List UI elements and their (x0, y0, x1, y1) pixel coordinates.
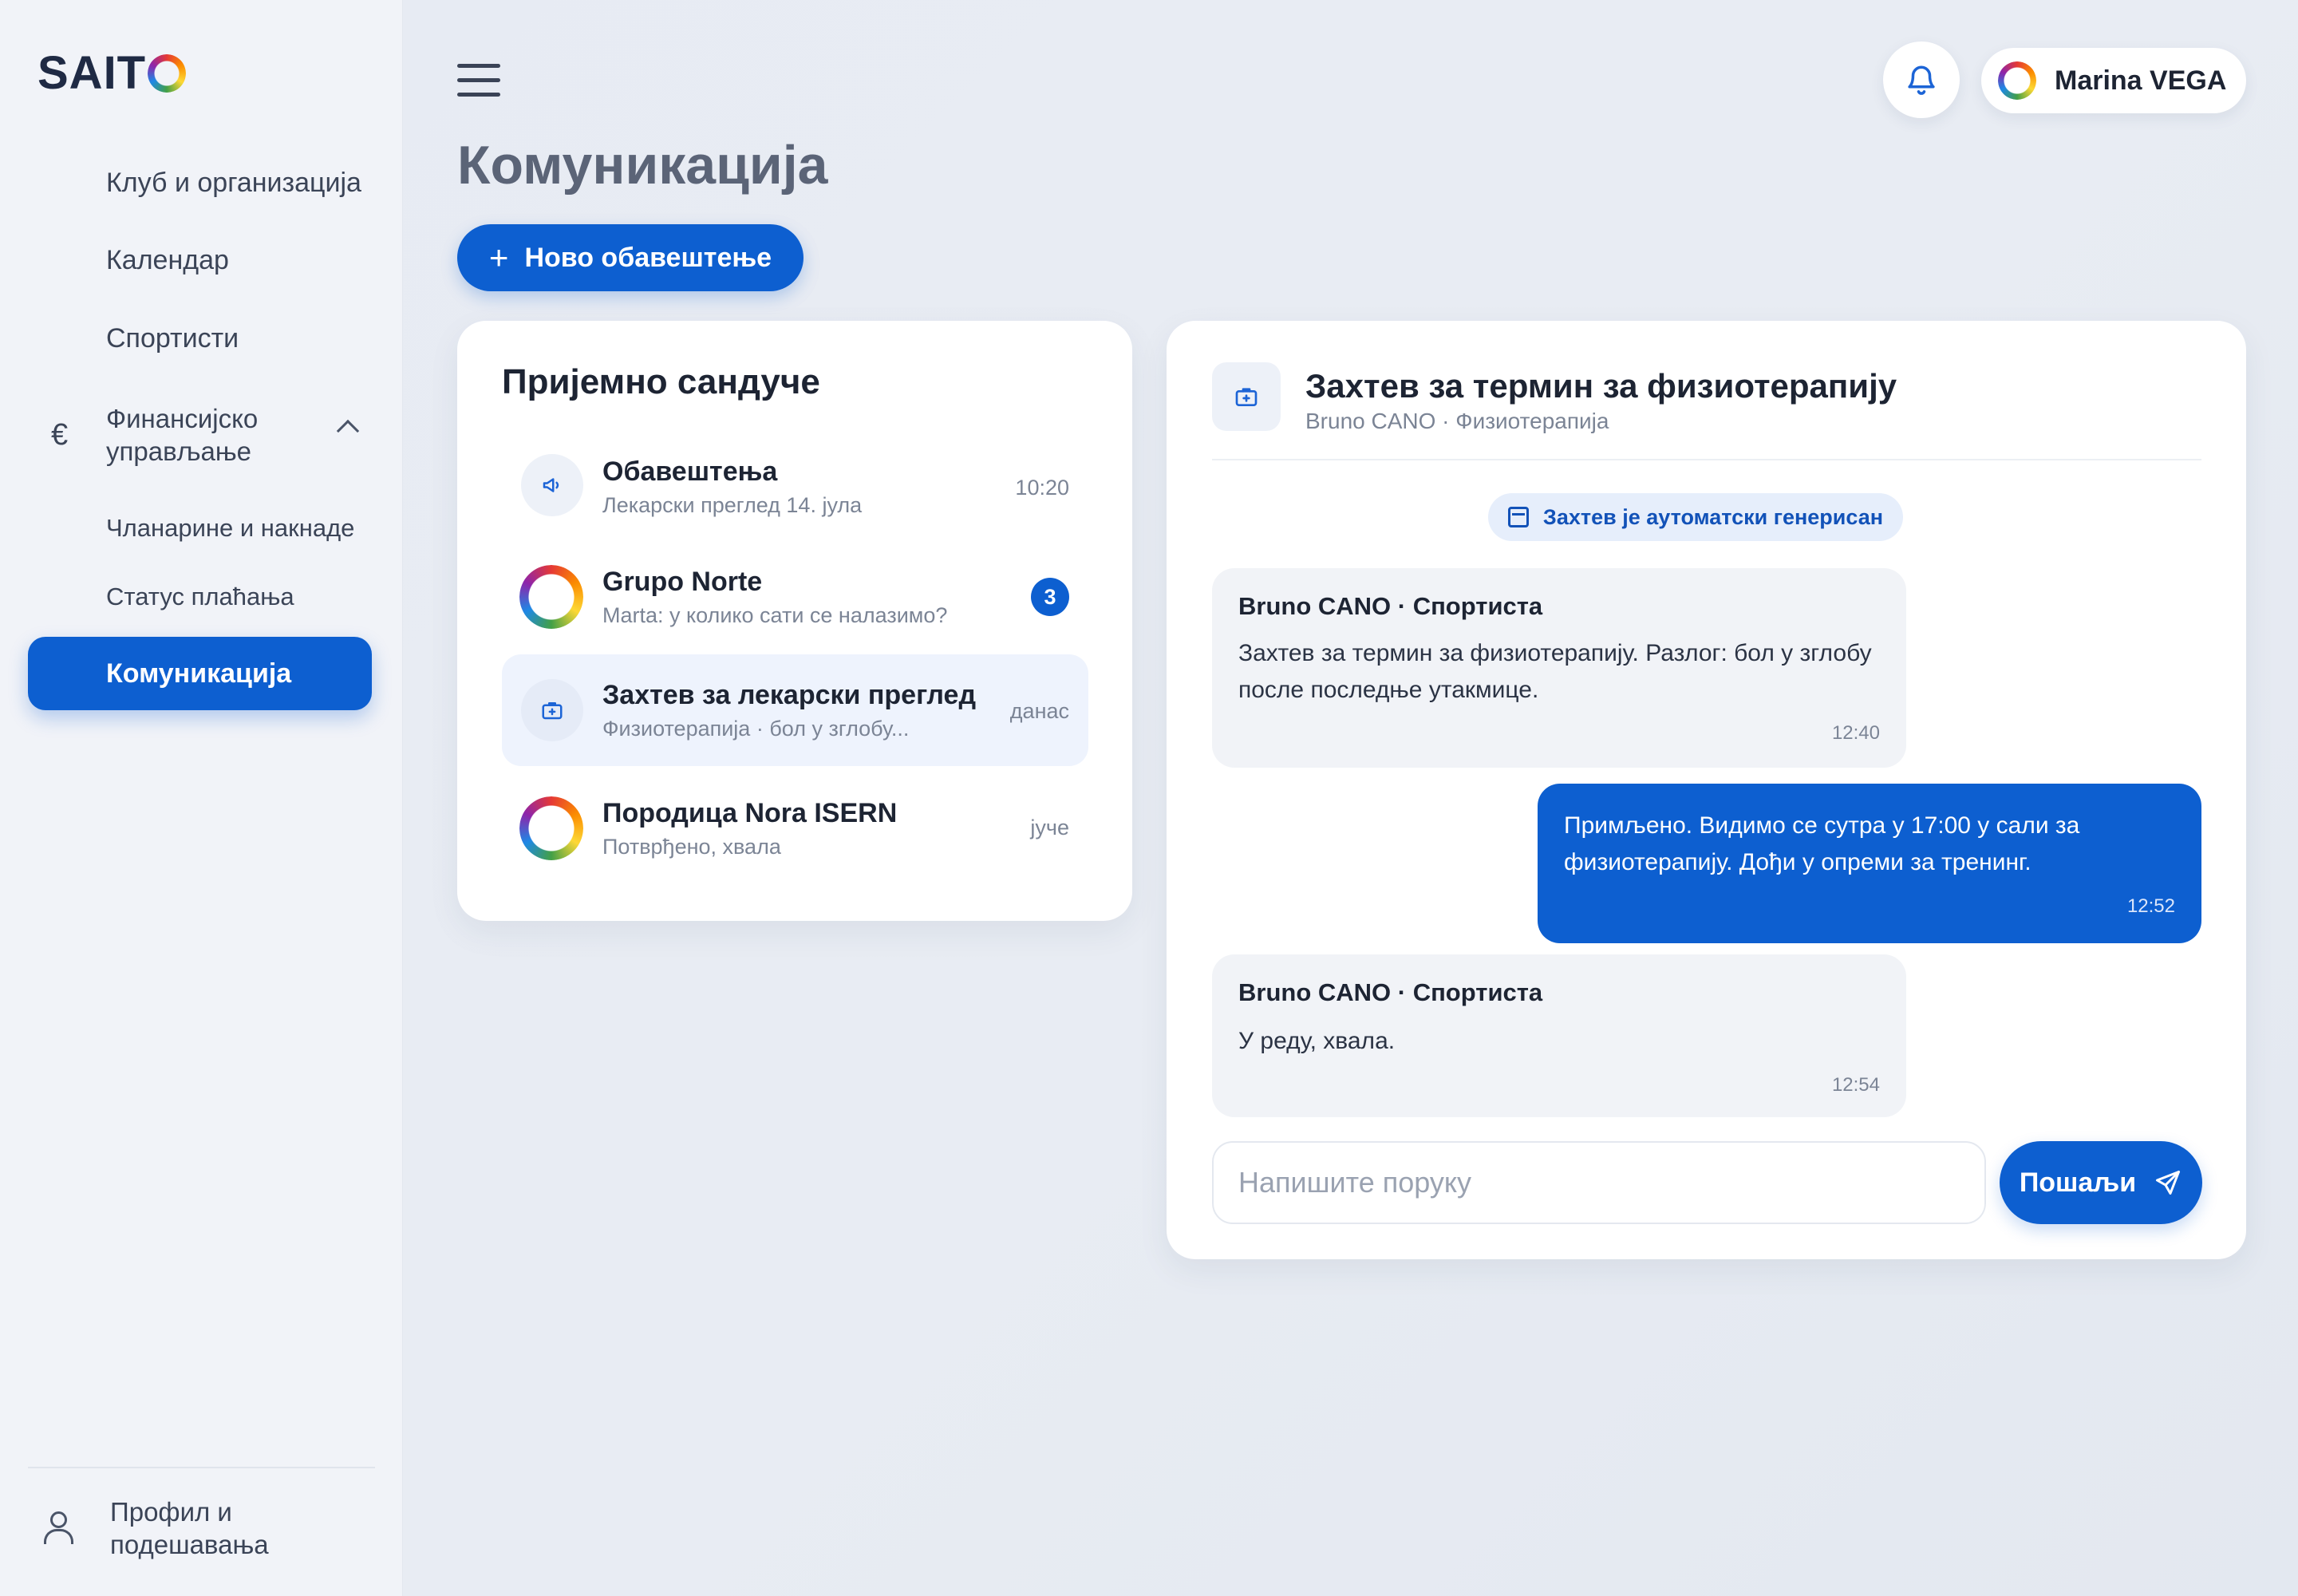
menu-toggle-icon[interactable] (457, 64, 500, 99)
sidebar: SAIT Клуб и организација Календар Спорти… (0, 0, 403, 1596)
avatar (519, 796, 583, 860)
message-bubble-outgoing: Примљено. Видимо се сутра у 17:00 у сали… (1538, 784, 2201, 943)
send-button[interactable]: Пошаљи (2000, 1141, 2202, 1224)
inbox-item-preview: Лекарски преглед 14. јула (602, 493, 863, 517)
sidebar-item-club[interactable]: Клуб и организација (106, 168, 361, 199)
user-icon (41, 1510, 73, 1547)
euro-icon: € (51, 417, 69, 452)
message-text: Захтев за термин за физиотерапију. Разло… (1238, 640, 1872, 703)
inbox-item-preview: Marta: у колико сати се налазимо? (602, 603, 948, 627)
conversation-title: Захтев за термин за физиотерапију (1305, 367, 1897, 405)
conversation-subtitle: Bruno CANO · Физиотерапија (1305, 409, 1609, 433)
unread-count-badge: 3 (1031, 578, 1069, 616)
notifications-button[interactable] (1883, 41, 1960, 118)
avatar (519, 565, 583, 629)
medical-bag-icon (521, 679, 583, 741)
inbox-item-time: данас (1009, 699, 1069, 723)
calendar-icon (1507, 507, 1529, 527)
conversation-panel: Захтев за термин за физиотерапију Bruno … (1167, 321, 2246, 1259)
message-time: 12:52 (2126, 895, 2175, 917)
bell-icon (1908, 65, 1935, 95)
sidebar-item-communication[interactable]: Комуникација (28, 637, 372, 710)
message-time: 12:54 (1831, 1074, 1880, 1096)
logo-text: SAIT (38, 47, 147, 99)
inbox-item-title: Grupo Norte (602, 567, 763, 597)
profile-settings-link[interactable]: Профил и подешавања (41, 1495, 302, 1561)
medical-bag-icon (1212, 362, 1281, 431)
new-notification-label: Ново обавештење (524, 242, 772, 273)
sidebar-group-finance[interactable]: € Финансијско управљање (51, 399, 370, 471)
logo[interactable]: SAIT (38, 46, 187, 100)
message-text: Примљено. Видимо се сутра у 17:00 у сали… (1564, 812, 2080, 875)
message-bubble-incoming: Bruno CANO · Спортиста У реду, хвала. 12… (1212, 954, 1906, 1117)
sidebar-group-finance-label: Финансијско управљање (106, 404, 259, 466)
sidebar-item-communication-label: Комуникација (106, 658, 292, 689)
new-notification-button[interactable]: + Ново обавештење (457, 224, 804, 291)
inbox-title: Пријемно сандуче (502, 362, 820, 401)
user-name: Marina VEGA (2055, 65, 2227, 96)
megaphone-icon (521, 454, 583, 516)
inbox-item-notifications[interactable]: Обавештења Лекарски преглед 14. јула 10:… (502, 429, 1088, 541)
message-sender: Bruno CANO · Спортиста (1238, 592, 1543, 620)
message-bubble-incoming: Bruno CANO · Спортиста Захтев за термин … (1212, 568, 1906, 768)
inbox-item-time: 10:20 (1015, 476, 1069, 500)
chevron-up-icon[interactable] (336, 419, 360, 443)
inbox-panel: Пријемно сандуче Обавештења Лекарски пре… (457, 321, 1132, 921)
system-notice: Захтев је аутоматски генерисан (1488, 493, 1903, 541)
inbox-item-title: Породица Nora ISERN (602, 798, 898, 828)
plus-icon: + (488, 239, 509, 276)
inbox-item-time: јуче (1030, 816, 1069, 839)
user-menu[interactable]: Marina VEGA (1981, 48, 2246, 113)
sidebar-divider (28, 1467, 375, 1468)
logo-ring-icon (148, 53, 187, 93)
inbox-item-title: Захтев за лекарски преглед (602, 680, 977, 710)
send-icon (2156, 1171, 2181, 1195)
system-notice-text: Захтев је аутоматски генерисан (1542, 504, 1884, 529)
sidebar-subitem-payment-status[interactable]: Статус плаћања (106, 583, 294, 611)
message-text: У реду, хвала. (1238, 1028, 1396, 1054)
sidebar-subitem-memberships[interactable]: Чланарине и накнаде (106, 514, 354, 543)
send-label: Пошаљи (2019, 1167, 2137, 1198)
inbox-item-preview: Физиотерапија · бол у зглобу... (602, 717, 910, 741)
inbox-item-preview: Потврђено, хвала (602, 835, 781, 859)
divider (1212, 459, 2201, 460)
message-time: 12:40 (1831, 722, 1880, 744)
profile-settings-label: Профил и подешавања (110, 1497, 269, 1559)
avatar (1998, 61, 2036, 100)
inbox-item-medical-request[interactable]: Захтев за лекарски преглед Физиотерапија… (502, 654, 1088, 766)
sidebar-item-athletes[interactable]: Спортисти (106, 323, 239, 354)
message-sender: Bruno CANO · Спортиста (1238, 978, 1543, 1006)
sidebar-item-calendar[interactable]: Календар (106, 245, 229, 276)
message-input[interactable] (1212, 1141, 1986, 1224)
page-title: Комуникација (457, 135, 828, 196)
inbox-item-title: Обавештења (602, 456, 778, 487)
inbox-item-grupo-norte[interactable]: Grupo Norte Marta: у колико сати се нала… (502, 541, 1088, 653)
inbox-item-family-isern[interactable]: Породица Nora ISERN Потврђено, хвала јуч… (502, 772, 1088, 884)
